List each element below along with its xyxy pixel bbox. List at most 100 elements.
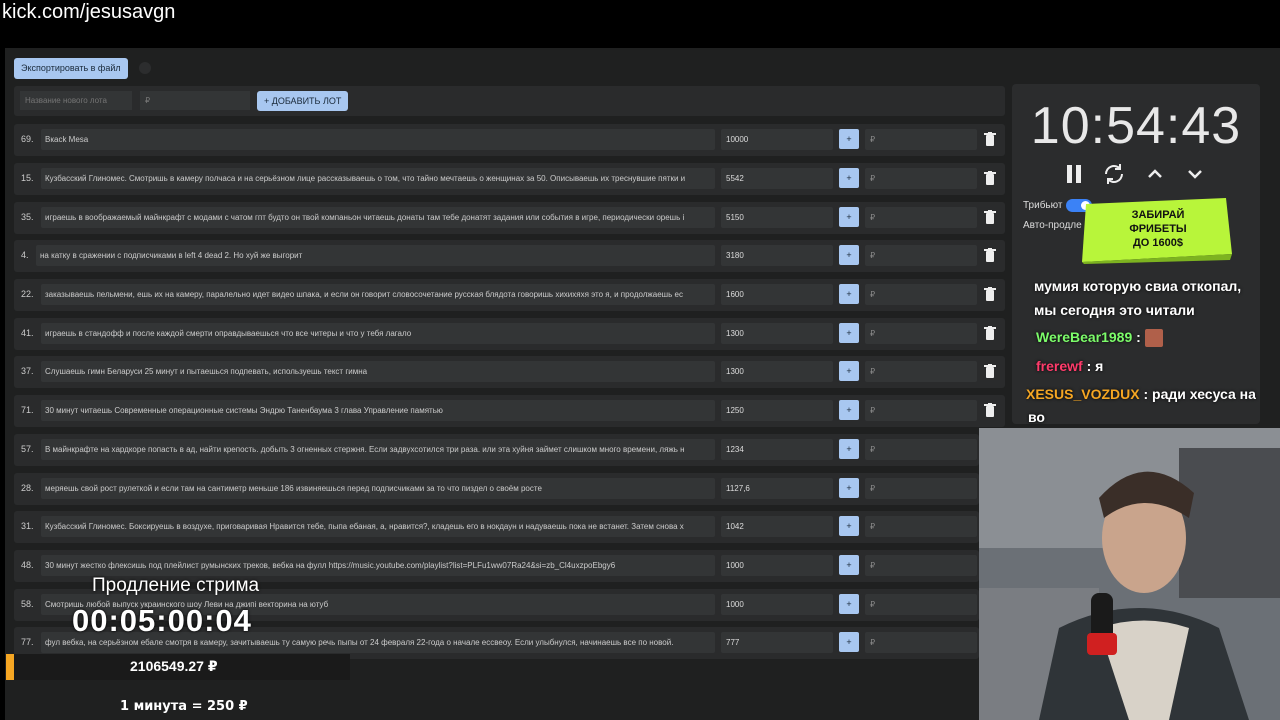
total-amount: 2106549.27 ₽ (130, 658, 218, 674)
chat-text: мумия которую свиа откопал, (1034, 282, 1242, 294)
lot-name-field[interactable]: 30 минут читаешь Современные операционны… (41, 400, 715, 421)
lot-add-amount-button[interactable]: + (839, 555, 859, 575)
trash-icon[interactable] (984, 210, 996, 224)
lot-name-field[interactable]: заказываешь пельмени, ешь их на камеру, … (41, 284, 715, 305)
lot-price-input[interactable]: ₽ (865, 245, 977, 266)
lot-price-input[interactable]: ₽ (865, 361, 977, 382)
auto-extend-label: Авто-продле (1023, 220, 1082, 231)
lot-amount-field[interactable]: 1234 (721, 439, 833, 460)
lot-add-amount-button[interactable]: + (839, 207, 859, 227)
lot-name-field[interactable]: играешь в воображаемый майнкрафт с модам… (41, 207, 715, 228)
lot-add-amount-button[interactable]: + (839, 632, 859, 652)
lot-price-input[interactable]: ₽ (865, 400, 977, 421)
lot-add-amount-button[interactable]: + (839, 245, 859, 265)
lot-price-input[interactable]: ₽ (865, 439, 977, 460)
promo-line-2: ФРИБЕТЫ (1129, 223, 1187, 235)
refresh-icon[interactable] (1102, 162, 1126, 186)
lot-price-input[interactable]: ₽ (865, 478, 977, 499)
lot-name-field[interactable]: Bкаck Mesa (41, 129, 715, 150)
lot-amount-field[interactable]: 1127,6 (721, 478, 833, 499)
lot-price-input[interactable]: ₽ (865, 594, 977, 615)
lot-name-field[interactable]: Кузбасский Глиномес. Смотришь в камеру п… (41, 168, 715, 189)
total-accent (6, 654, 14, 680)
lot-name-field[interactable]: играешь в стандофф и после каждой смерти… (41, 323, 715, 344)
lot-name-field[interactable]: В майнкрафте на хардкоре попасть в ад, н… (41, 439, 715, 460)
lot-row: 37. Слушаешь гимн Беларуси 25 минут и пы… (14, 356, 1005, 388)
lot-amount-field[interactable]: 10000 (721, 129, 833, 150)
lot-amount-field[interactable]: 1300 (721, 323, 833, 344)
trash-icon[interactable] (984, 287, 996, 301)
trash-icon[interactable] (984, 326, 996, 340)
chat-text: : ради хесуса на (1143, 386, 1256, 402)
add-lot-button[interactable]: + ДОБАВИТЬ ЛОТ (257, 91, 349, 111)
lot-amount-field[interactable]: 5542 (721, 168, 833, 189)
lot-amount-field[interactable]: 1300 (721, 361, 833, 382)
trash-icon[interactable] (984, 171, 996, 185)
promo-line-1: ЗАБИРАЙ (1132, 208, 1185, 221)
lot-price-input[interactable]: ₽ (865, 284, 977, 305)
lot-price-input[interactable]: ₽ (865, 555, 977, 576)
lot-name-field[interactable]: 30 минут жестко флексишь под плейлист ру… (41, 555, 715, 576)
export-button[interactable]: Экспортировать в файл (14, 58, 128, 79)
trash-icon[interactable] (984, 403, 996, 417)
lot-amount-field[interactable]: 3180 (721, 245, 833, 266)
status-indicator (139, 62, 151, 74)
lot-amount-field[interactable]: 1000 (721, 594, 833, 615)
chat-message: WereBear1989 : (1036, 329, 1163, 348)
lot-row: 31. Кузбасский Глиномес. Боксируешь в во… (14, 511, 979, 543)
lot-amount-field[interactable]: 1250 (721, 400, 833, 421)
chat-username: XESUS_VOZDUX (1026, 386, 1140, 402)
lot-name-field[interactable]: на катку в сражении с подписчиками в lef… (36, 245, 715, 266)
lot-add-amount-button[interactable]: + (839, 284, 859, 304)
chat-overlay: мумия которую свиа откопал, мы сегодня э… (1026, 282, 1280, 428)
lot-add-amount-button[interactable]: + (839, 478, 859, 498)
lot-row: 22. заказываешь пельмени, ешь их на каме… (14, 279, 1005, 311)
new-lot-name-input[interactable] (20, 91, 132, 110)
lot-amount-field[interactable]: 5150 (721, 207, 833, 228)
chat-message: XESUS_VOZDUX : ради хесуса на (1026, 386, 1256, 402)
lot-price-input[interactable]: ₽ (865, 168, 977, 189)
tribute-label: Трибьют (1023, 200, 1063, 211)
lot-price-input[interactable]: ₽ (865, 516, 977, 537)
lot-price-input[interactable]: ₽ (865, 323, 977, 344)
lot-name-field[interactable]: меряешь свой рост рулеткой и если там на… (41, 478, 715, 499)
pause-icon[interactable] (1062, 162, 1086, 186)
lot-row: 4. на катку в сражении с подписчиками в … (14, 240, 1005, 272)
lot-amount-field[interactable]: 1042 (721, 516, 833, 537)
lot-name-field[interactable]: Слушаешь гимн Беларуси 25 минут и пытаеш… (41, 361, 715, 382)
lot-add-amount-button[interactable]: + (839, 361, 859, 381)
chat-username: WereBear1989 (1036, 329, 1133, 345)
extension-timer: 00:05:00:04 (72, 603, 252, 638)
chat-message: мы сегодня это читали (1034, 302, 1195, 318)
chevron-down-icon[interactable] (1183, 162, 1207, 186)
timer-display: 10:54:43 (1030, 97, 1242, 155)
lot-add-amount-button[interactable]: + (839, 168, 859, 188)
chevron-up-icon[interactable] (1143, 162, 1167, 186)
chat-message: во (1028, 409, 1045, 425)
lot-price-input[interactable]: ₽ (865, 632, 977, 653)
lot-add-amount-button[interactable]: + (839, 400, 859, 420)
lot-amount-field[interactable]: 1600 (721, 284, 833, 305)
lot-row: 28. меряешь свой рост рулеткой и если та… (14, 473, 979, 505)
chat-message: frerewf : я (1036, 358, 1103, 374)
lot-price-input[interactable]: ₽ (865, 129, 977, 150)
chat-message: мумия которую свиа откопал, (1034, 282, 1241, 294)
lot-amount-field[interactable]: 1000 (721, 555, 833, 576)
lot-add-amount-button[interactable]: + (839, 516, 859, 536)
lot-row: 69. Bкаck Mesa 10000 + ₽ (14, 124, 1005, 156)
lot-price-input[interactable]: ₽ (865, 207, 977, 228)
promo-line-3: ДО 1600$ (1133, 237, 1183, 249)
lot-add-amount-button[interactable]: + (839, 439, 859, 459)
trash-icon[interactable] (984, 364, 996, 378)
lot-name-field[interactable]: Кузбасский Глиномес. Боксируешь в воздух… (41, 516, 715, 537)
chat-text: мы сегодня это читали (1034, 302, 1195, 318)
lot-add-amount-button[interactable]: + (839, 323, 859, 343)
trash-icon[interactable] (984, 248, 996, 262)
webcam-feed (979, 428, 1280, 720)
lot-add-amount-button[interactable]: + (839, 594, 859, 614)
lot-amount-field[interactable]: 777 (721, 632, 833, 653)
new-lot-price-input[interactable] (140, 91, 250, 110)
trash-icon[interactable] (984, 132, 996, 146)
lot-row: 41. играешь в стандофф и после каждой см… (14, 318, 1005, 350)
lot-add-amount-button[interactable]: + (839, 129, 859, 149)
